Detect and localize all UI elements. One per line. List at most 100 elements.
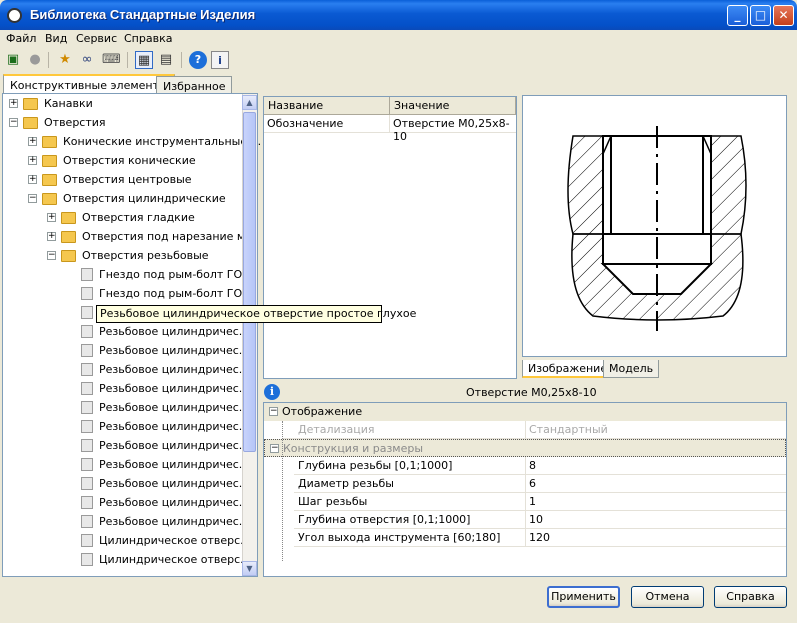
tree-item[interactable]: Резьбовое цилиндричес...: [2, 379, 249, 398]
menu-file[interactable]: Файл: [6, 32, 36, 45]
about-icon[interactable]: i: [211, 51, 229, 69]
folder-icon: [42, 174, 57, 186]
property-row[interactable]: Диаметр резьбы 6: [264, 475, 786, 493]
property-value[interactable]: 8: [526, 457, 786, 475]
tree-item-label: Канавки: [44, 97, 93, 110]
expand-icon[interactable]: +: [28, 156, 37, 165]
close-button[interactable]: ✕: [773, 5, 794, 26]
tab-image[interactable]: Изображение: [522, 360, 614, 378]
collapse-icon[interactable]: −: [269, 407, 278, 416]
maximize-button[interactable]: □: [750, 5, 771, 26]
tree-item-label: Конические инструментальные ...: [63, 135, 262, 148]
group-display-label: Отображение: [282, 405, 363, 418]
expand-icon[interactable]: +: [9, 99, 18, 108]
tree-item[interactable]: Резьбовое цилиндричес...: [2, 493, 249, 512]
folder-icon: [23, 98, 38, 110]
expand-icon[interactable]: +: [28, 137, 37, 146]
tree-item-label: Резьбовое цилиндричес...: [99, 439, 250, 452]
menu-help[interactable]: Справка: [124, 32, 172, 45]
property-row[interactable]: Шаг резьбы 1: [264, 493, 786, 511]
expand-icon[interactable]: +: [47, 232, 56, 241]
view-icons-icon[interactable]: ▦: [135, 51, 153, 69]
tree-item-label: Отверстия центровые: [63, 173, 192, 186]
group-display[interactable]: − Отображение: [264, 403, 786, 421]
tree-item-label: Цилиндрическое отверс...: [99, 553, 251, 566]
tree-item[interactable]: Резьбовое цилиндричес...: [2, 455, 249, 474]
stop-icon[interactable]: ●: [26, 51, 44, 69]
tree-item[interactable]: Резьбовое цилиндричес...: [2, 322, 249, 341]
tree-item[interactable]: + Канавки: [2, 94, 242, 113]
tree-item[interactable]: Резьбовое цилиндричес...: [2, 474, 249, 493]
scroll-down-arrow-icon[interactable]: ▼: [242, 561, 257, 576]
save-icon[interactable]: ▣: [4, 51, 22, 69]
tree-item[interactable]: + Отверстия центровые: [2, 170, 242, 189]
collapse-icon[interactable]: −: [28, 194, 37, 203]
tree-item[interactable]: Гнездо под рым-болт ГО...: [2, 265, 253, 284]
collapse-icon[interactable]: −: [47, 251, 56, 260]
scroll-up-arrow-icon[interactable]: ▲: [242, 95, 257, 110]
tree-item-label: Отверстия под нарезание м...: [82, 230, 256, 243]
menu-bar: [0, 30, 797, 48]
property-row[interactable]: Детализация Стандартный: [264, 421, 786, 439]
collapse-icon[interactable]: −: [270, 444, 279, 453]
property-row[interactable]: Угол выхода инструмента [60;180] 120: [264, 529, 786, 547]
expand-icon[interactable]: +: [28, 175, 37, 184]
tree-item[interactable]: Резьбовое цилиндричес...: [2, 398, 249, 417]
menu-service[interactable]: Сервис: [76, 32, 117, 45]
tree-item[interactable]: Резьбовое цилиндричес...: [2, 341, 249, 360]
cancel-button[interactable]: Отмена: [631, 586, 704, 608]
tree-item-label: Отверстия конические: [63, 154, 196, 167]
tab-model[interactable]: Модель: [603, 360, 660, 378]
tree-item[interactable]: Резьбовое цилиндричес...: [2, 512, 249, 531]
column-header-value[interactable]: Значение: [390, 97, 516, 115]
param-value-cell[interactable]: Отверстие M0,25x8-10: [390, 115, 516, 143]
tree-item[interactable]: + Отверстия конические: [2, 151, 242, 170]
group-construction[interactable]: − Конструкция и размеры: [264, 439, 786, 457]
tab-constructive-elements[interactable]: Конструктивные элементы: [3, 74, 175, 93]
minimize-button[interactable]: _: [727, 5, 748, 26]
tree-item-label: Резьбовое цилиндричес...: [99, 325, 250, 338]
column-header-name[interactable]: Название: [264, 97, 390, 115]
hole-part-icon: [81, 325, 93, 338]
property-value[interactable]: 6: [526, 475, 786, 493]
tree-item[interactable]: Резьбовое цилиндричес...: [2, 436, 249, 455]
property-value[interactable]: 120: [526, 529, 786, 547]
help-icon[interactable]: ?: [189, 51, 207, 69]
tree-item-label: Резьбовое цилиндричес...: [99, 496, 250, 509]
property-row[interactable]: Глубина отверстия [0,1;1000] 10: [264, 511, 786, 529]
toolbar-separator: [181, 52, 182, 68]
tree-item[interactable]: Резьбовое цилиндричес...: [2, 417, 249, 436]
hole-part-icon: [81, 420, 93, 433]
tree-item[interactable]: + Конические инструментальные ...: [2, 132, 261, 151]
tree-item[interactable]: + Отверстия под нарезание м...: [2, 227, 256, 246]
expand-icon[interactable]: +: [47, 213, 56, 222]
binoculars-icon[interactable]: ∞: [78, 51, 96, 69]
tree-item[interactable]: Гнездо под рым-болт ГО...: [2, 284, 253, 303]
tree-item[interactable]: − Отверстия цилиндрические: [2, 189, 242, 208]
tree-line: [282, 421, 283, 561]
star-icon[interactable]: ★: [56, 51, 74, 69]
tree-item[interactable]: + Отверстия гладкие: [2, 208, 242, 227]
property-value[interactable]: 10: [526, 511, 786, 529]
property-value[interactable]: 1: [526, 493, 786, 511]
tree-item[interactable]: Цилиндрическое отверс...: [2, 550, 251, 569]
keyboard-icon[interactable]: ⌨: [102, 51, 121, 69]
help-button[interactable]: Справка: [714, 586, 787, 608]
folder-icon: [61, 212, 76, 224]
menu-view[interactable]: Вид: [45, 32, 67, 45]
apply-button[interactable]: Применить: [547, 586, 620, 608]
scrollbar-thumb[interactable]: [243, 112, 256, 452]
property-row[interactable]: Глубина резьбы [0,1;1000] 8: [264, 457, 786, 475]
folder-icon: [61, 231, 76, 243]
param-name-cell[interactable]: Обозначение: [264, 115, 390, 133]
info-designation: Отверстие M0,25x8-10: [466, 386, 597, 399]
tree-item[interactable]: − Отверстия: [2, 113, 242, 132]
collapse-icon[interactable]: −: [9, 118, 18, 127]
property-value[interactable]: Стандартный: [526, 421, 786, 439]
tree-item[interactable]: − Отверстия резьбовые: [2, 246, 242, 265]
tree-item[interactable]: Цилиндрическое отверс...: [2, 531, 251, 550]
hole-part-icon: [81, 363, 93, 376]
tree-item[interactable]: Резьбовое цилиндричес...: [2, 360, 249, 379]
tab-favorites[interactable]: Избранное: [156, 76, 233, 93]
view-list-icon[interactable]: ▤: [157, 51, 175, 69]
